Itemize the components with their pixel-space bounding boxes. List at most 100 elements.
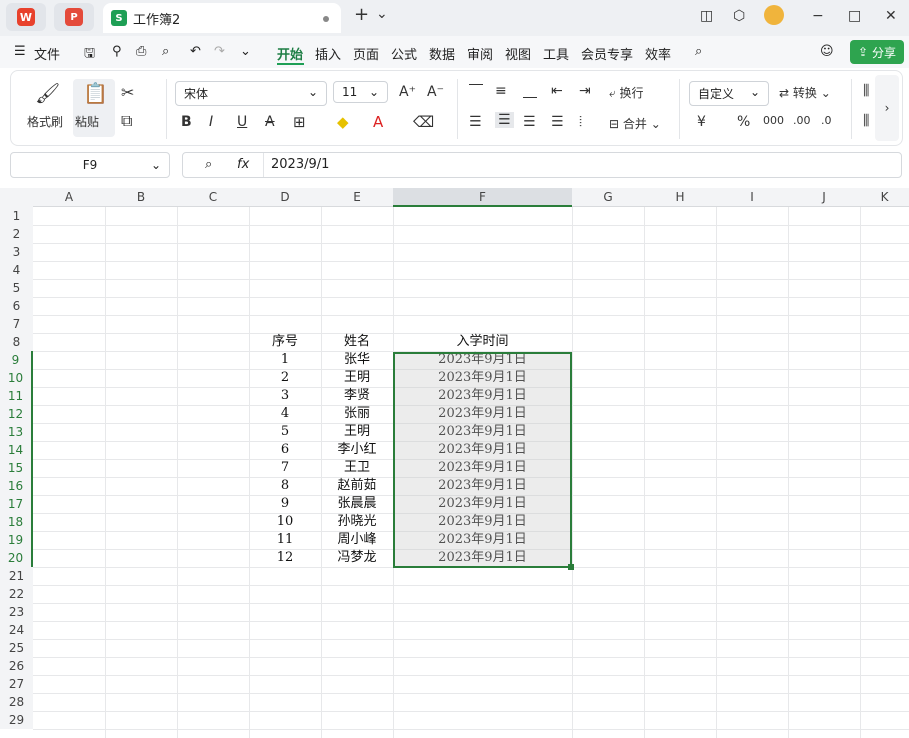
column-header-b[interactable]: B bbox=[105, 188, 177, 207]
row-header-8[interactable]: 8 bbox=[0, 333, 33, 351]
row-header-12[interactable]: 12 bbox=[0, 405, 33, 423]
decrease-font-icon[interactable]: A⁻ bbox=[427, 84, 444, 100]
row-header-10[interactable]: 10 bbox=[0, 369, 33, 387]
column-header-h[interactable]: H bbox=[644, 188, 716, 207]
tab-view[interactable]: 视图 bbox=[505, 44, 531, 63]
table-cell[interactable]: 李贤 bbox=[321, 387, 393, 405]
cube-icon[interactable]: ⬡ bbox=[733, 8, 745, 24]
row-header-25[interactable]: 25 bbox=[0, 639, 33, 657]
column-header-g[interactable]: G bbox=[572, 188, 644, 207]
pdf-app-button[interactable]: P bbox=[54, 3, 94, 31]
tab-page[interactable]: 页面 bbox=[353, 44, 379, 63]
cut-icon[interactable]: ✂ bbox=[121, 83, 134, 102]
preview-icon[interactable]: ⌕ bbox=[162, 44, 169, 59]
formula-bar[interactable]: ⌕ fx 2023/9/1 bbox=[182, 152, 902, 178]
row-header-20[interactable]: 20 bbox=[0, 549, 33, 567]
table-cell[interactable]: 赵前茹 bbox=[321, 477, 393, 495]
align-left-icon[interactable]: ☰ bbox=[469, 114, 482, 130]
row-header-18[interactable]: 18 bbox=[0, 513, 33, 531]
table-cell[interactable]: 李小红 bbox=[321, 441, 393, 459]
hamburger-icon[interactable]: ☰ bbox=[14, 44, 26, 59]
increase-decimal-icon[interactable]: .00 bbox=[793, 114, 811, 127]
ribbon-scroll-right-button[interactable]: › bbox=[875, 75, 899, 141]
tab-formula[interactable]: 公式 bbox=[391, 44, 417, 63]
fill-icon[interactable]: ⫼ bbox=[863, 113, 869, 129]
row-header-27[interactable]: 27 bbox=[0, 675, 33, 693]
align-center-icon[interactable]: ☰ bbox=[495, 112, 514, 128]
select-all-corner[interactable] bbox=[0, 188, 33, 207]
layout-icon[interactable]: ◫ bbox=[700, 8, 713, 24]
row-header-7[interactable]: 7 bbox=[0, 315, 33, 333]
row-header-16[interactable]: 16 bbox=[0, 477, 33, 495]
document-tab[interactable]: S 工作簿2 bbox=[103, 3, 341, 33]
table-cell[interactable]: 8 bbox=[249, 477, 321, 495]
tab-review[interactable]: 审阅 bbox=[467, 44, 493, 63]
row-header-26[interactable]: 26 bbox=[0, 657, 33, 675]
avatar[interactable] bbox=[764, 5, 784, 25]
tab-tools[interactable]: 工具 bbox=[543, 44, 569, 63]
formula-value[interactable]: 2023/9/1 bbox=[271, 157, 329, 172]
copy-icon[interactable]: ⧉ bbox=[121, 111, 132, 131]
tab-efficiency[interactable]: 效率 bbox=[645, 44, 671, 63]
zoom-icon[interactable]: ⌕ bbox=[205, 157, 212, 172]
comment-icon[interactable]: ☺ bbox=[820, 44, 834, 59]
row-header-23[interactable]: 23 bbox=[0, 603, 33, 621]
row-header-14[interactable]: 14 bbox=[0, 441, 33, 459]
column-header-d[interactable]: D bbox=[249, 188, 321, 207]
table-cell[interactable]: 王明 bbox=[321, 423, 393, 441]
table-cell[interactable]: 10 bbox=[249, 513, 321, 531]
name-box[interactable]: F9 ⌄ bbox=[10, 152, 170, 178]
menu-file[interactable]: 文件 bbox=[34, 44, 60, 63]
tab-data[interactable]: 数据 bbox=[429, 44, 455, 63]
table-header-cell[interactable]: 入学时间 bbox=[393, 333, 572, 351]
table-cell[interactable]: 6 bbox=[249, 441, 321, 459]
fill-handle[interactable] bbox=[568, 564, 574, 570]
row-header-21[interactable]: 21 bbox=[0, 567, 33, 585]
row-header-15[interactable]: 15 bbox=[0, 459, 33, 477]
save-icon[interactable]: 🖫 bbox=[84, 44, 95, 66]
wps-home-button[interactable]: W bbox=[6, 3, 46, 31]
column-header-e[interactable]: E bbox=[321, 188, 393, 207]
table-cell[interactable]: 张华 bbox=[321, 351, 393, 369]
column-header-i[interactable]: I bbox=[716, 188, 788, 207]
fx-icon[interactable]: fx bbox=[237, 157, 249, 172]
table-cell[interactable]: 5 bbox=[249, 423, 321, 441]
font-name-select[interactable]: 宋体 ⌄ bbox=[175, 81, 327, 106]
maximize-button[interactable]: □ bbox=[848, 8, 861, 24]
table-cell[interactable]: 7 bbox=[249, 459, 321, 477]
row-header-24[interactable]: 24 bbox=[0, 621, 33, 639]
table-cell[interactable]: 张丽 bbox=[321, 405, 393, 423]
tab-list-dropdown-icon[interactable]: ⌄ bbox=[376, 6, 388, 22]
row-header-22[interactable]: 22 bbox=[0, 585, 33, 603]
align-bottom-icon[interactable]: ⎽ bbox=[523, 83, 537, 99]
row-header-3[interactable]: 3 bbox=[0, 243, 33, 261]
table-cell[interactable]: 2 bbox=[249, 369, 321, 387]
row-header-5[interactable]: 5 bbox=[0, 279, 33, 297]
convert-button[interactable]: ⇄ 转换 ⌄ bbox=[779, 84, 831, 101]
quick-access-dropdown-icon[interactable]: ⌄ bbox=[240, 44, 251, 59]
tab-insert[interactable]: 插入 bbox=[315, 44, 341, 63]
column-header-k[interactable]: K bbox=[860, 188, 909, 207]
number-format-select[interactable]: 自定义 ⌄ bbox=[689, 81, 769, 106]
table-cell[interactable]: 3 bbox=[249, 387, 321, 405]
outdent-icon[interactable]: ⇤ bbox=[551, 83, 563, 99]
row-header-4[interactable]: 4 bbox=[0, 261, 33, 279]
indent-icon[interactable]: ⇥ bbox=[579, 83, 591, 99]
format-painter-button[interactable]: 格式刷 bbox=[27, 113, 63, 130]
share-button[interactable]: ⇪ 分享 bbox=[850, 40, 904, 64]
minimize-button[interactable]: − bbox=[812, 8, 824, 24]
row-header-29[interactable]: 29 bbox=[0, 711, 33, 729]
italic-button[interactable]: I bbox=[209, 114, 213, 130]
close-button[interactable]: ✕ bbox=[885, 8, 897, 24]
table-cell[interactable]: 王卫 bbox=[321, 459, 393, 477]
percent-icon[interactable]: % bbox=[737, 114, 750, 130]
row-header-2[interactable]: 2 bbox=[0, 225, 33, 243]
thousands-icon[interactable]: 000 bbox=[763, 114, 784, 127]
increase-font-icon[interactable]: A⁺ bbox=[399, 84, 416, 100]
table-cell[interactable]: 张晨晨 bbox=[321, 495, 393, 513]
tab-home[interactable]: 开始 bbox=[277, 44, 303, 63]
table-cell[interactable]: 周小峰 bbox=[321, 531, 393, 549]
row-col-icon[interactable]: ⫼ bbox=[863, 83, 869, 99]
row-header-13[interactable]: 13 bbox=[0, 423, 33, 441]
column-header-a[interactable]: A bbox=[33, 188, 105, 207]
